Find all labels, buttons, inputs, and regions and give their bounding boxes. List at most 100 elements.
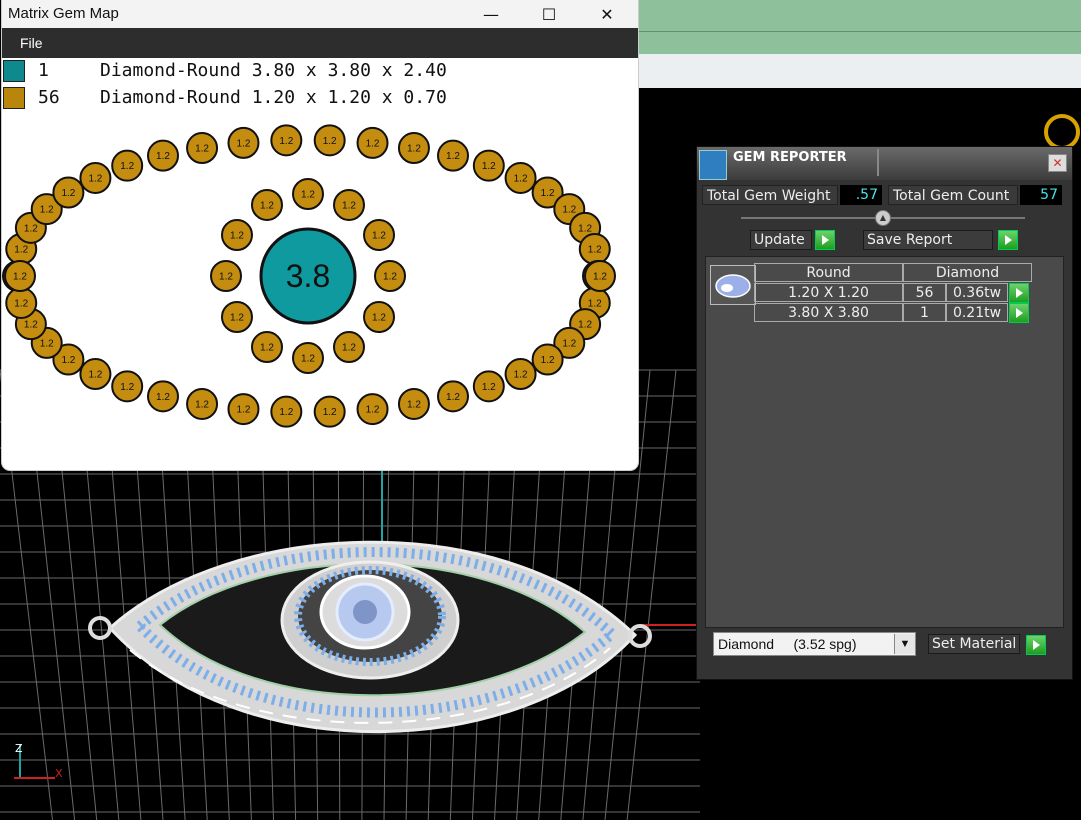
chevron-down-icon[interactable]: ▼ [894,634,915,654]
small-stone: 1.2 [578,233,611,266]
small-stone: 1.2 [397,132,430,165]
small-stone: 1.2 [111,149,144,182]
table-header-shape: Round [754,263,903,282]
svg-text:1.2: 1.2 [372,313,386,324]
update-button[interactable]: Update [750,230,812,250]
svg-text:1.2: 1.2 [578,320,592,331]
svg-text:1.2: 1.2 [61,188,75,199]
svg-text:1.2: 1.2 [260,200,274,211]
gem-layout-map: 1.21.21.21.21.21.21.21.2 1.2 1.2 1.2 1.2 1.21… [2,124,616,428]
svg-text:1.2: 1.2 [407,144,421,155]
svg-text:1.2: 1.2 [323,136,337,147]
svg-text:1.2: 1.2 [541,188,555,199]
svg-text:1.2: 1.2 [230,231,244,242]
small-stone: 1.2 [5,286,38,319]
svg-text:1.2: 1.2 [24,223,38,234]
svg-text:1.2: 1.2 [562,205,576,216]
small-stone: 1.2 [147,380,179,413]
small-stone: 1.2 [356,126,389,159]
small-stone: 1.2 [4,260,36,292]
svg-text:1.2: 1.2 [588,245,602,256]
svg-text:1.2: 1.2 [366,138,380,149]
svg-text:1.2: 1.2 [14,245,28,256]
small-stone: 1.2 [147,139,179,172]
svg-text:1.2: 1.2 [230,313,244,324]
material-dropdown[interactable]: Diamond (3.52 spg) ▼ [713,632,916,656]
small-stone: 1.2 [363,219,396,251]
small-stone: 1.2 [251,188,283,221]
close-icon[interactable]: ✕ [1048,154,1067,172]
svg-text:1.2: 1.2 [40,205,54,216]
svg-text:1.2: 1.2 [407,399,421,410]
small-stone: 1.2 [363,301,396,333]
svg-text:1.2: 1.2 [260,343,274,354]
row-select-icon[interactable] [1009,303,1029,323]
small-stone: 1.2 [313,124,346,157]
svg-text:1.2: 1.2 [156,151,170,162]
row-size: 3.80 X 3.80 [754,303,903,322]
update-go-icon[interactable] [815,230,835,250]
small-stone: 1.2 [292,178,324,210]
small-stone: 1.2 [333,188,365,221]
eye-pendant-model [88,540,652,734]
svg-text:1.2: 1.2 [541,355,555,366]
svg-text:1.2: 1.2 [342,343,356,354]
svg-text:1.2: 1.2 [383,272,397,283]
small-stone: 1.2 [531,343,564,376]
table-header-material: Diamond [903,263,1032,282]
axis-z-label: Z [15,742,23,755]
small-stone: 1.2 [504,161,537,194]
svg-text:1.2: 1.2 [578,223,592,234]
small-stone: 1.2 [111,370,144,403]
total-gem-weight-value: .57 [840,185,882,205]
small-stone: 1.2 [227,393,260,426]
svg-text:3.8: 3.8 [286,258,330,294]
small-stone: 1.2 [251,331,283,364]
svg-text:1.2: 1.2 [120,161,134,172]
svg-text:1.2: 1.2 [88,173,102,184]
svg-text:1.2: 1.2 [120,382,134,393]
svg-text:1.2: 1.2 [24,320,38,331]
reporter-titlebar[interactable]: GEM REPORTER ✕ [697,147,1072,180]
svg-text:1.2: 1.2 [40,338,54,349]
total-gem-count-label: Total Gem Count [888,185,1018,205]
small-stone: 1.2 [437,380,469,413]
save-report-go-icon[interactable] [998,230,1018,250]
svg-text:1.2: 1.2 [195,144,209,155]
reporter-title: GEM REPORTER [733,150,847,165]
total-gem-weight-label: Total Gem Weight [702,185,838,205]
collapse-up-icon[interactable]: ▲ [875,210,891,226]
svg-text:1.2: 1.2 [219,272,233,283]
material-selected-value: Diamond (3.52 spg) [718,636,857,652]
small-stone: 1.2 [227,126,260,159]
set-material-go-icon[interactable] [1026,635,1046,655]
gem-reporter-panel: GEM REPORTER ✕ Total Gem Weight .57 Tota… [696,146,1073,680]
small-stone: 1.2 [186,132,219,165]
svg-text:1.2: 1.2 [588,298,602,309]
row-size: 1.20 X 1.20 [754,283,903,302]
svg-text:1.2: 1.2 [593,272,607,283]
svg-text:1.2: 1.2 [61,355,75,366]
small-stone: 1.2 [374,260,406,292]
row-select-icon[interactable] [1009,283,1029,303]
row-count: 1 [903,303,946,322]
small-stone: 1.2 [504,358,537,391]
save-report-button[interactable]: Save Report [863,230,993,250]
small-stone: 1.2 [210,260,242,292]
small-stone: 1.2 [397,387,430,420]
set-material-button[interactable]: Set Material [928,634,1020,654]
svg-text:1.2: 1.2 [301,354,315,365]
small-stone: 1.2 [313,395,346,428]
row-count: 56 [903,283,946,302]
small-stone: 1.2 [270,395,303,428]
small-stone: 1.2 [270,124,303,157]
small-stone: 1.2 [79,161,112,194]
small-stone: 1.2 [437,139,469,172]
svg-text:1.2: 1.2 [195,399,209,410]
small-stone: 1.2 [472,370,505,403]
small-stone: 1.2 [186,387,219,420]
small-stone: 1.2 [584,260,616,292]
svg-text:1.2: 1.2 [301,190,315,201]
gem-report-table: Round Diamond 1.20 X 1.20 56 0.36tw 3.80… [705,256,1064,628]
axis-x-label: X [55,767,63,780]
